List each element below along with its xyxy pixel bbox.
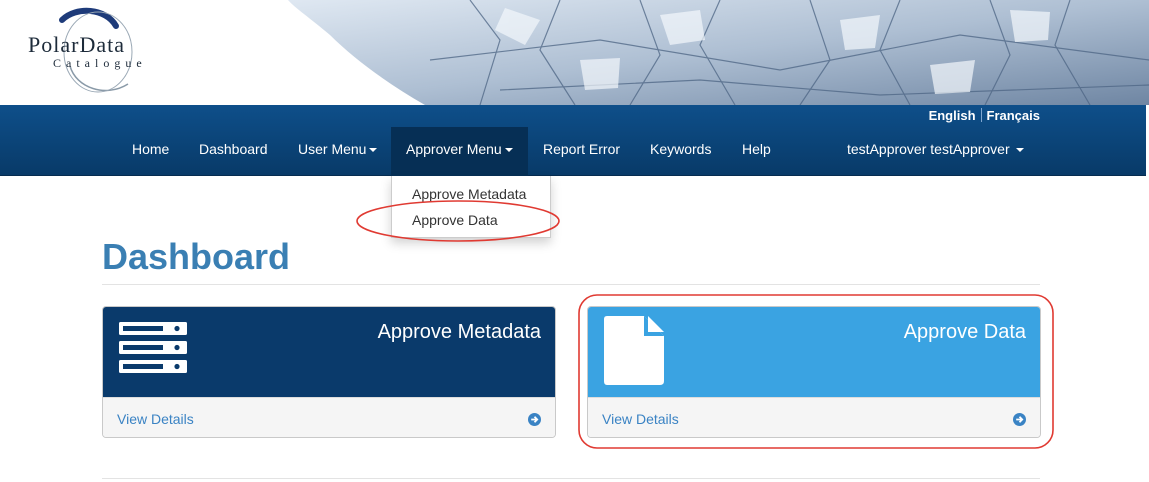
language-switcher: English Français — [929, 108, 1040, 123]
dropdown-item-approve-data[interactable]: Approve Data — [412, 212, 498, 228]
nav-help-label: Help — [742, 141, 771, 157]
circle-arrow-right-icon[interactable] — [1013, 413, 1026, 426]
approve-metadata-panel-footer[interactable]: View Details — [103, 397, 555, 437]
glacier-banner-image — [288, 0, 1149, 105]
language-english-link[interactable]: English — [929, 108, 976, 123]
nav-approver-menu-label: Approver Menu — [406, 141, 502, 157]
caret-down-icon — [1015, 148, 1024, 152]
dropdown-item-approve-metadata[interactable]: Approve Metadata — [412, 186, 526, 202]
caret-down-icon — [369, 148, 378, 152]
language-separator — [980, 108, 982, 122]
nav-dashboard[interactable]: Dashboard — [184, 127, 283, 176]
nav-home-label: Home — [132, 141, 170, 157]
nav-keywords-label: Keywords — [650, 141, 712, 157]
view-details-link[interactable]: View Details — [117, 411, 194, 427]
divider-bottom — [102, 478, 1040, 479]
approve-data-panel: Approve Data View Details — [587, 306, 1041, 438]
nav-report-error[interactable]: Report Error — [528, 127, 635, 176]
nav-approver-menu[interactable]: Approver Menu — [391, 127, 528, 176]
approve-data-panel-footer[interactable]: View Details — [588, 397, 1040, 437]
nav-report-error-label: Report Error — [543, 141, 621, 157]
approver-menu-dropdown: Approve Metadata Approve Data — [391, 176, 551, 238]
divider-top — [102, 284, 1040, 285]
page-title: Dashboard — [102, 236, 291, 277]
nav-dashboard-label: Dashboard — [199, 141, 268, 157]
nav-help[interactable]: Help — [727, 127, 786, 176]
approve-data-panel-header: Approve Data — [588, 307, 1040, 397]
approve-metadata-panel: Approve Metadata View Details — [102, 306, 556, 438]
nav-user-account-label: testApprover testApprover — [847, 141, 1010, 157]
approve-data-panel-title: Approve Data — [903, 321, 1026, 343]
nav-user-account[interactable]: testApprover testApprover — [832, 127, 1039, 176]
language-french-link[interactable]: Français — [987, 108, 1040, 123]
main-navbar: English Français Home Dashboard User Menu… — [0, 105, 1146, 176]
nav-user-menu-label: User Menu — [298, 141, 367, 157]
nav-keywords[interactable]: Keywords — [635, 127, 726, 176]
header-banner: PolarData Catalogue — [0, 0, 1149, 105]
nav-home[interactable]: Home — [117, 127, 184, 176]
server-icon — [119, 322, 187, 373]
caret-down-icon — [504, 148, 513, 152]
view-details-link[interactable]: View Details — [602, 411, 679, 427]
approve-metadata-panel-title: Approve Metadata — [377, 321, 541, 343]
circle-arrow-right-icon[interactable] — [528, 413, 541, 426]
document-icon — [604, 316, 664, 385]
approve-metadata-panel-header: Approve Metadata — [103, 307, 555, 397]
nav-user-menu[interactable]: User Menu — [283, 127, 392, 176]
